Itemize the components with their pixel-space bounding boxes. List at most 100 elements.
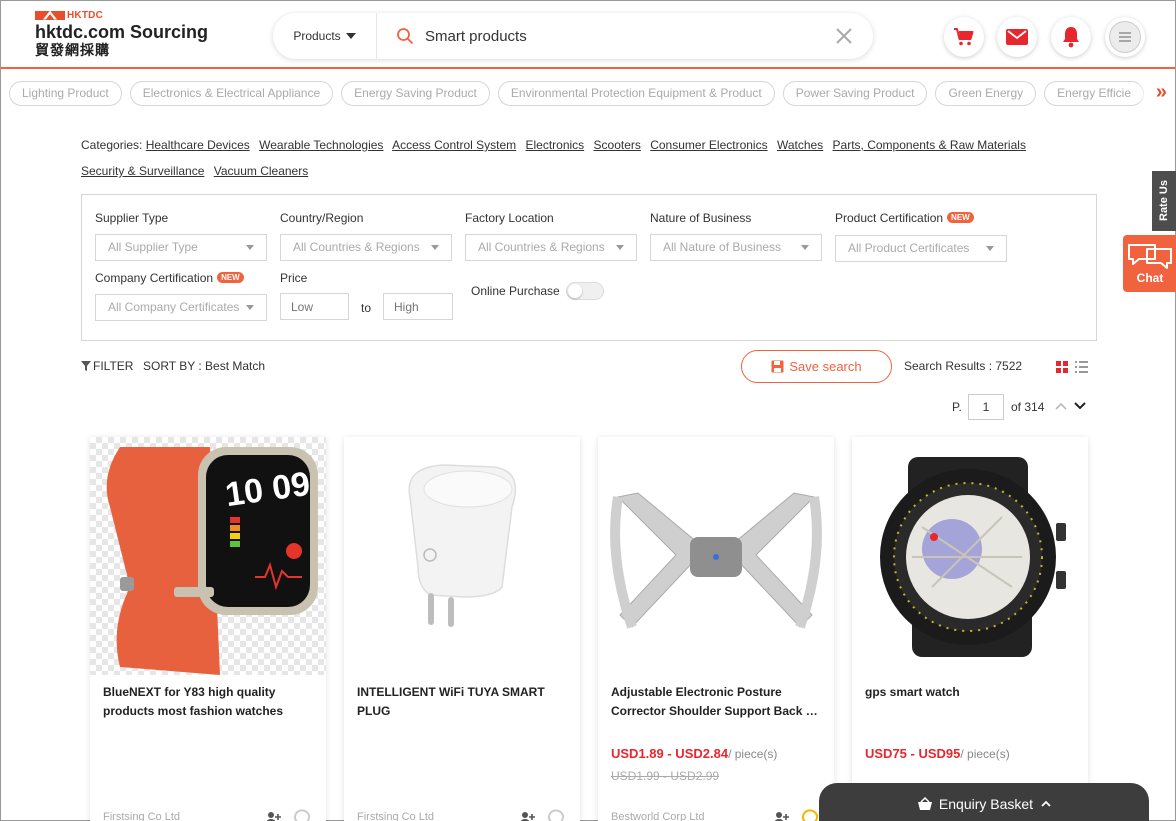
product-card[interactable]: 10 09 BlueNEXT for Y83 high quality prod… (90, 437, 326, 821)
user-menu-button[interactable] (1105, 17, 1145, 57)
tag-chip[interactable]: Energy Efficie (1044, 81, 1144, 106)
product-card[interactable]: INTELLIGENT WiFi TUYA SMART PLUG Firstsi… (344, 437, 580, 821)
tag-chip[interactable]: Environmental Protection Equipment & Pro… (497, 81, 775, 106)
clear-search-icon[interactable] (833, 25, 855, 47)
product-card[interactable]: gps smart watch USD75 - USD95/ piece(s) (852, 437, 1088, 821)
sort-by-dropdown[interactable]: SORT BY : Best Match (143, 359, 265, 373)
category-link[interactable]: Consumer Electronics (650, 138, 767, 152)
product-title[interactable]: INTELLIGENT WiFi TUYA SMART PLUG (357, 683, 569, 721)
product-card[interactable]: Adjustable Electronic Posture Corrector … (598, 437, 834, 821)
tag-chip[interactable]: Power Saving Product (782, 81, 928, 106)
filter-button[interactable]: FILTER (81, 359, 133, 373)
tags-scroll-right-icon[interactable]: » (1137, 81, 1167, 107)
category-link[interactable]: Security & Surveillance (81, 164, 204, 178)
list-view-icon[interactable] (1075, 360, 1088, 373)
product-title[interactable]: gps smart watch (865, 683, 1077, 702)
hktdc-logo-mark-icon (35, 10, 65, 20)
category-link[interactable]: Access Control System (392, 138, 516, 152)
enquiry-basket-label: Enquiry Basket (938, 796, 1034, 812)
categories-label: Categories: (81, 138, 143, 152)
related-tags-row: Lighting Product Electronics & Electrical… (9, 81, 1159, 107)
notifications-button[interactable] (1051, 17, 1091, 57)
product-image[interactable] (598, 437, 834, 675)
search-category-dropdown[interactable]: Products (273, 13, 377, 59)
compare-icon[interactable] (800, 809, 820, 821)
company-certification-select[interactable]: All Company Certificates (95, 294, 267, 321)
rate-us-tab[interactable]: Rate Us (1152, 171, 1176, 231)
mail-button[interactable] (997, 17, 1037, 57)
price-unit: / piece(s) (960, 747, 1010, 761)
product-certification-label: Product Certification (835, 211, 944, 225)
price-high-input[interactable] (383, 293, 453, 320)
save-icon (771, 360, 784, 373)
supplier-name[interactable]: Firstsing Co Ltd (357, 811, 434, 821)
price-low-input[interactable] (280, 293, 349, 320)
hktdc-logo[interactable]: HKTDC hktdc.com Sourcing 貿發網採購 (35, 9, 225, 58)
follow-supplier-icon[interactable] (774, 811, 790, 821)
pager-label: P. (952, 400, 962, 414)
enquiry-basket-bar[interactable]: Enquiry Basket (819, 783, 1149, 821)
supplier-type-label: Supplier Type (95, 211, 169, 225)
supplier-name[interactable]: Bestworld Corp Ltd (611, 811, 705, 821)
follow-supplier-icon[interactable] (520, 811, 536, 821)
new-badge: NEW (217, 272, 244, 283)
nature-of-business-select[interactable]: All Nature of Business (650, 234, 822, 261)
product-title[interactable]: BlueNEXT for Y83 high quality products m… (103, 683, 315, 723)
save-search-button[interactable]: Save search (741, 350, 892, 383)
tag-chip[interactable]: Electronics & Electrical Appliance (129, 81, 334, 106)
cart-button[interactable] (944, 17, 984, 57)
category-link[interactable]: Healthcare Devices (146, 138, 250, 152)
product-certification-select[interactable]: All Product Certificates (835, 235, 1007, 262)
categories-list: Categories: Healthcare Devices Wearable … (81, 132, 1081, 184)
tag-chip[interactable]: Energy Saving Product (341, 81, 490, 106)
search-input[interactable] (425, 16, 805, 56)
search-bar: Products (273, 13, 873, 59)
factory-location-select[interactable]: All Countries & Regions (465, 234, 637, 261)
tag-chip[interactable]: Green Energy (935, 81, 1037, 106)
nature-of-business-label: Nature of Business (650, 211, 752, 225)
product-image[interactable] (852, 437, 1088, 675)
chat-button[interactable]: Chat (1123, 235, 1176, 292)
supplier-type-select[interactable]: All Supplier Type (95, 234, 267, 261)
bell-icon (1063, 27, 1079, 48)
category-link[interactable]: Wearable Technologies (259, 138, 383, 152)
chevron-down-icon[interactable] (1074, 398, 1086, 410)
supplier-type-value: All Supplier Type (108, 240, 198, 254)
price-range: USD75 - USD95 (865, 746, 961, 761)
category-link[interactable]: Parts, Components & Raw Materials (833, 138, 1026, 152)
search-results-count: Search Results : 7522 (904, 359, 1023, 373)
category-link[interactable]: Vacuum Cleaners (214, 164, 309, 178)
page-number-input[interactable] (968, 394, 1004, 420)
caret-down-icon (345, 33, 356, 39)
cart-icon (954, 28, 974, 46)
menu-icon (1119, 32, 1131, 42)
factory-location-label: Factory Location (465, 211, 554, 225)
online-purchase-toggle[interactable] (566, 282, 604, 300)
logo-subtitle: 貿發網採購 (35, 42, 110, 58)
compare-icon[interactable] (546, 809, 566, 821)
product-certification-value: All Product Certificates (848, 241, 970, 255)
caret-down-icon (801, 245, 809, 250)
compare-icon[interactable] (292, 809, 312, 821)
category-link[interactable]: Scooters (594, 138, 641, 152)
product-title[interactable]: Adjustable Electronic Posture Corrector … (611, 683, 823, 721)
chevron-up-icon[interactable] (1055, 398, 1067, 410)
tag-chip[interactable]: Lighting Product (9, 81, 122, 106)
filter-panel: Supplier Type All Supplier Type Country/… (81, 194, 1097, 341)
price-range: USD1.89 - USD2.84 (611, 746, 729, 761)
pager-total: of 314 (1011, 400, 1045, 414)
product-price: USD75 - USD95/ piece(s) (865, 746, 1010, 761)
country-region-value: All Countries & Regions (293, 240, 420, 254)
category-link[interactable]: Electronics (525, 138, 584, 152)
product-image[interactable]: 10 09 (90, 437, 326, 675)
category-link[interactable]: Watches (777, 138, 823, 152)
follow-supplier-icon[interactable] (266, 811, 282, 821)
grid-view-icon[interactable] (1056, 360, 1068, 373)
product-image[interactable] (344, 437, 580, 675)
caret-down-icon (986, 246, 994, 251)
company-certification-value: All Company Certificates (108, 300, 240, 314)
caret-down-icon (431, 245, 439, 250)
search-icon[interactable] (385, 13, 425, 59)
supplier-name[interactable]: Firstsing Co Ltd (103, 811, 180, 821)
country-region-select[interactable]: All Countries & Regions (280, 234, 452, 261)
